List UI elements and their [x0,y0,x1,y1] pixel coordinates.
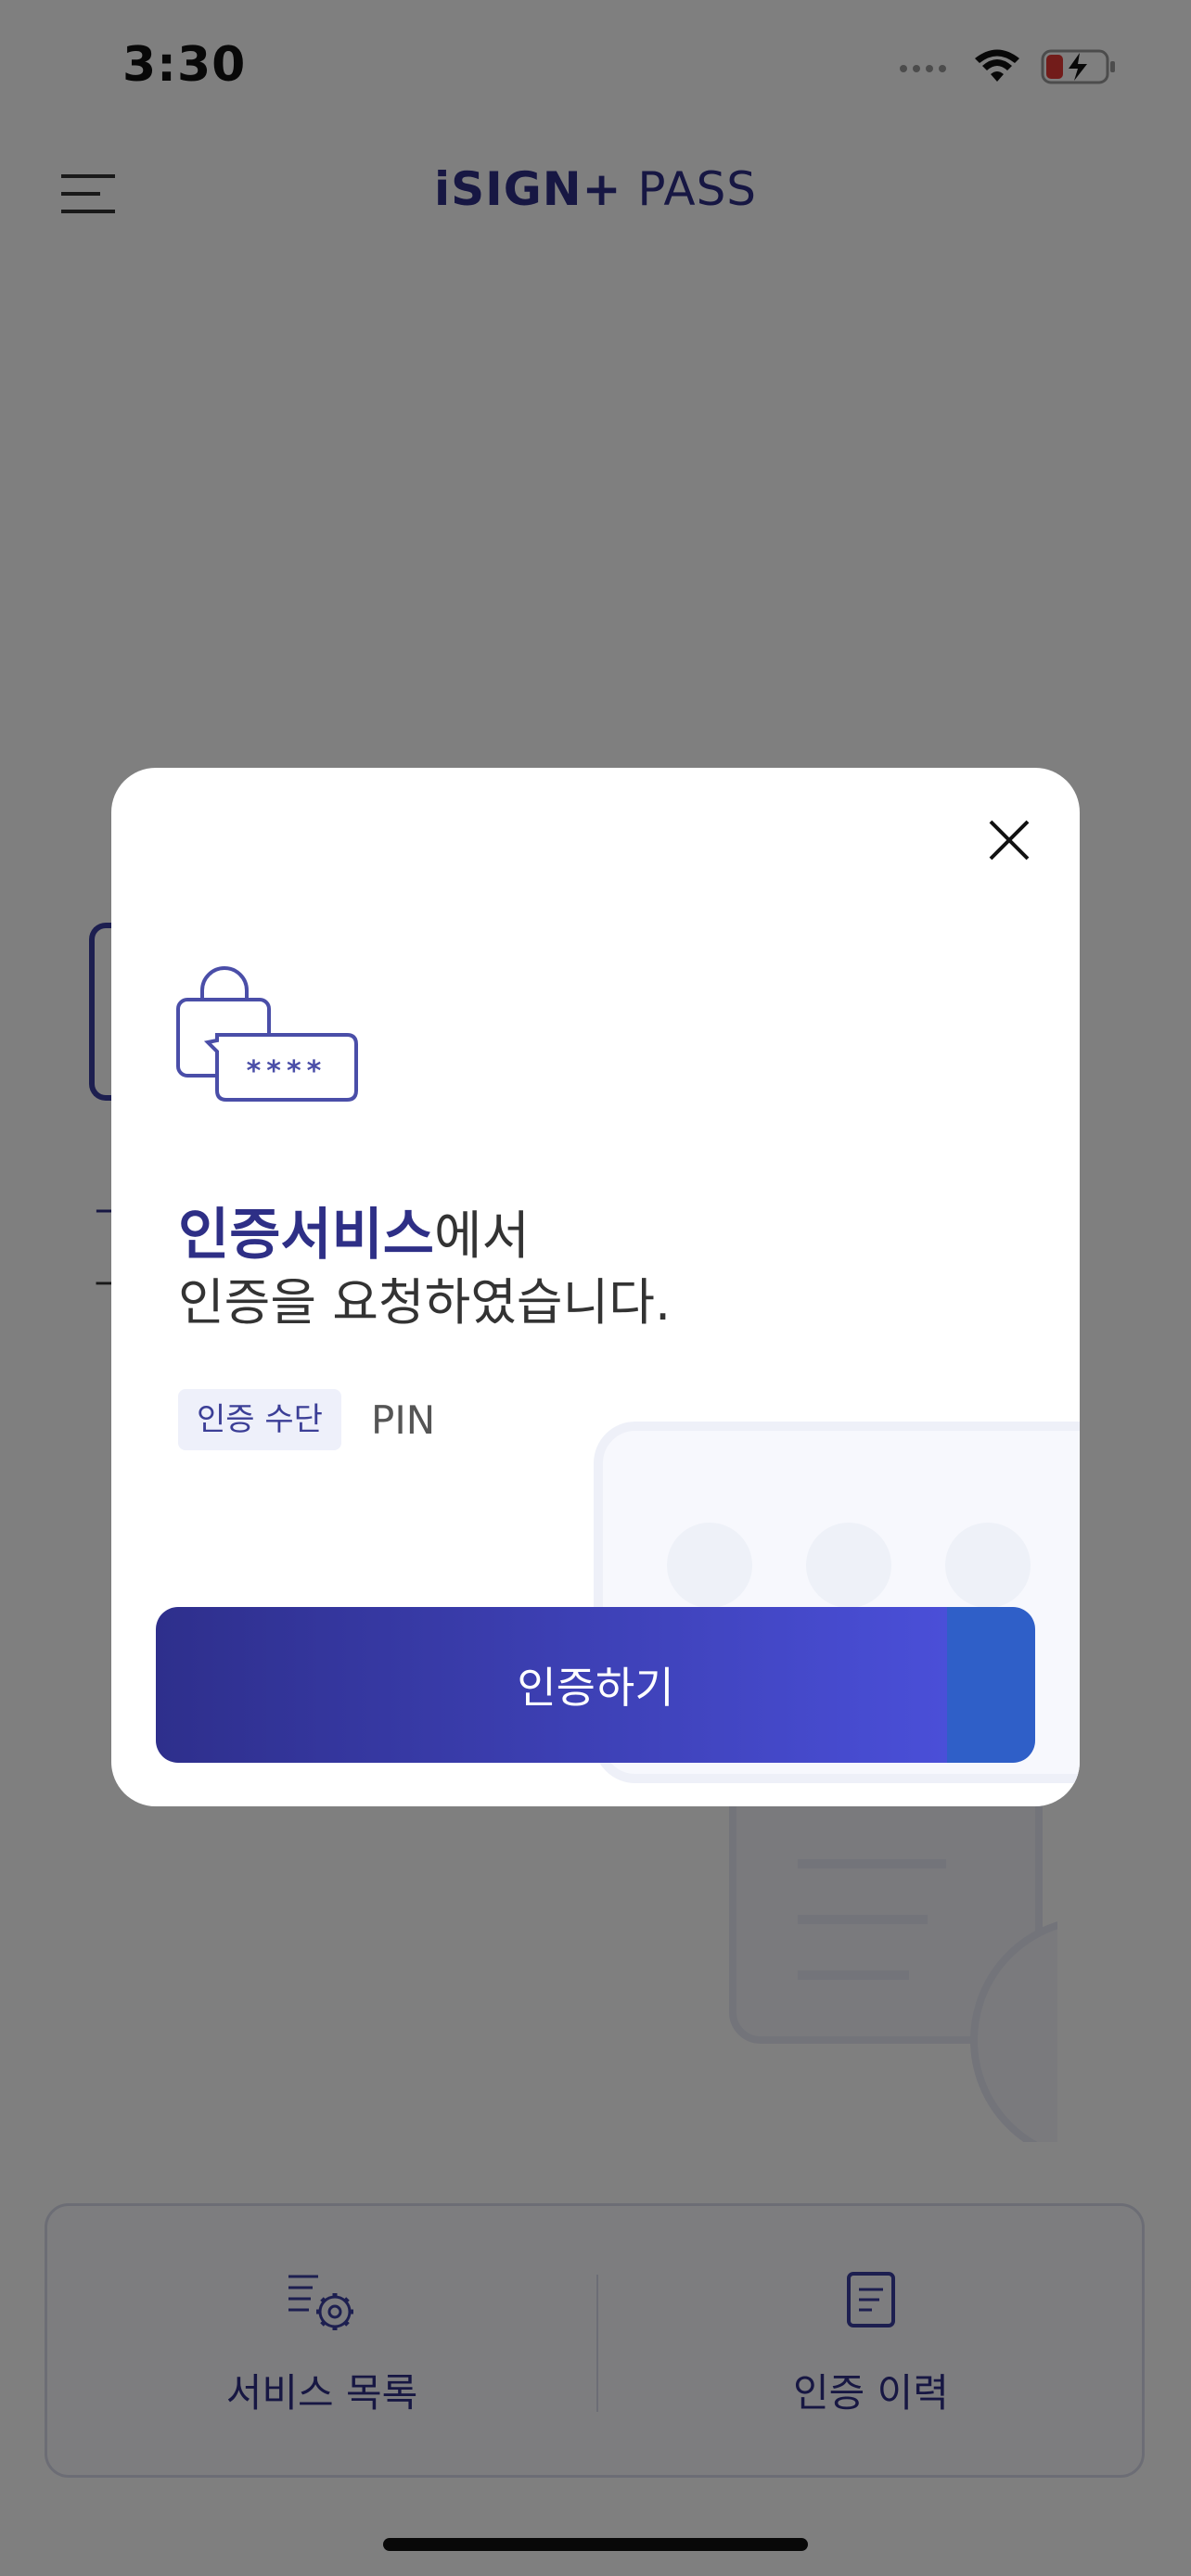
pin-mask: **** [247,1055,327,1088]
message-suffix: 에서 [434,1206,531,1267]
auth-method-value: PIN [371,1397,436,1443]
close-button[interactable] [985,816,1033,864]
auth-method-badge: 인증 수단 [178,1389,341,1450]
close-icon [989,820,1030,861]
auth-request-dialog: **** 인증서비스에서 인증을 요청하였습니다. 인증 수단 PIN 인증하기 [111,768,1080,1806]
request-message-line1: 인증서비스에서 [178,1190,530,1270]
request-message-line2: 인증을 요청하였습니다. [178,1273,672,1332]
app-screen: 3:30 iSIGN+ PASS ㄱ ㄱ [0,0,1191,2576]
lock-pin-icon: **** [176,966,358,1102]
authenticate-button[interactable]: 인증하기 [156,1607,1035,1763]
service-name: 인증서비스 [178,1203,434,1268]
